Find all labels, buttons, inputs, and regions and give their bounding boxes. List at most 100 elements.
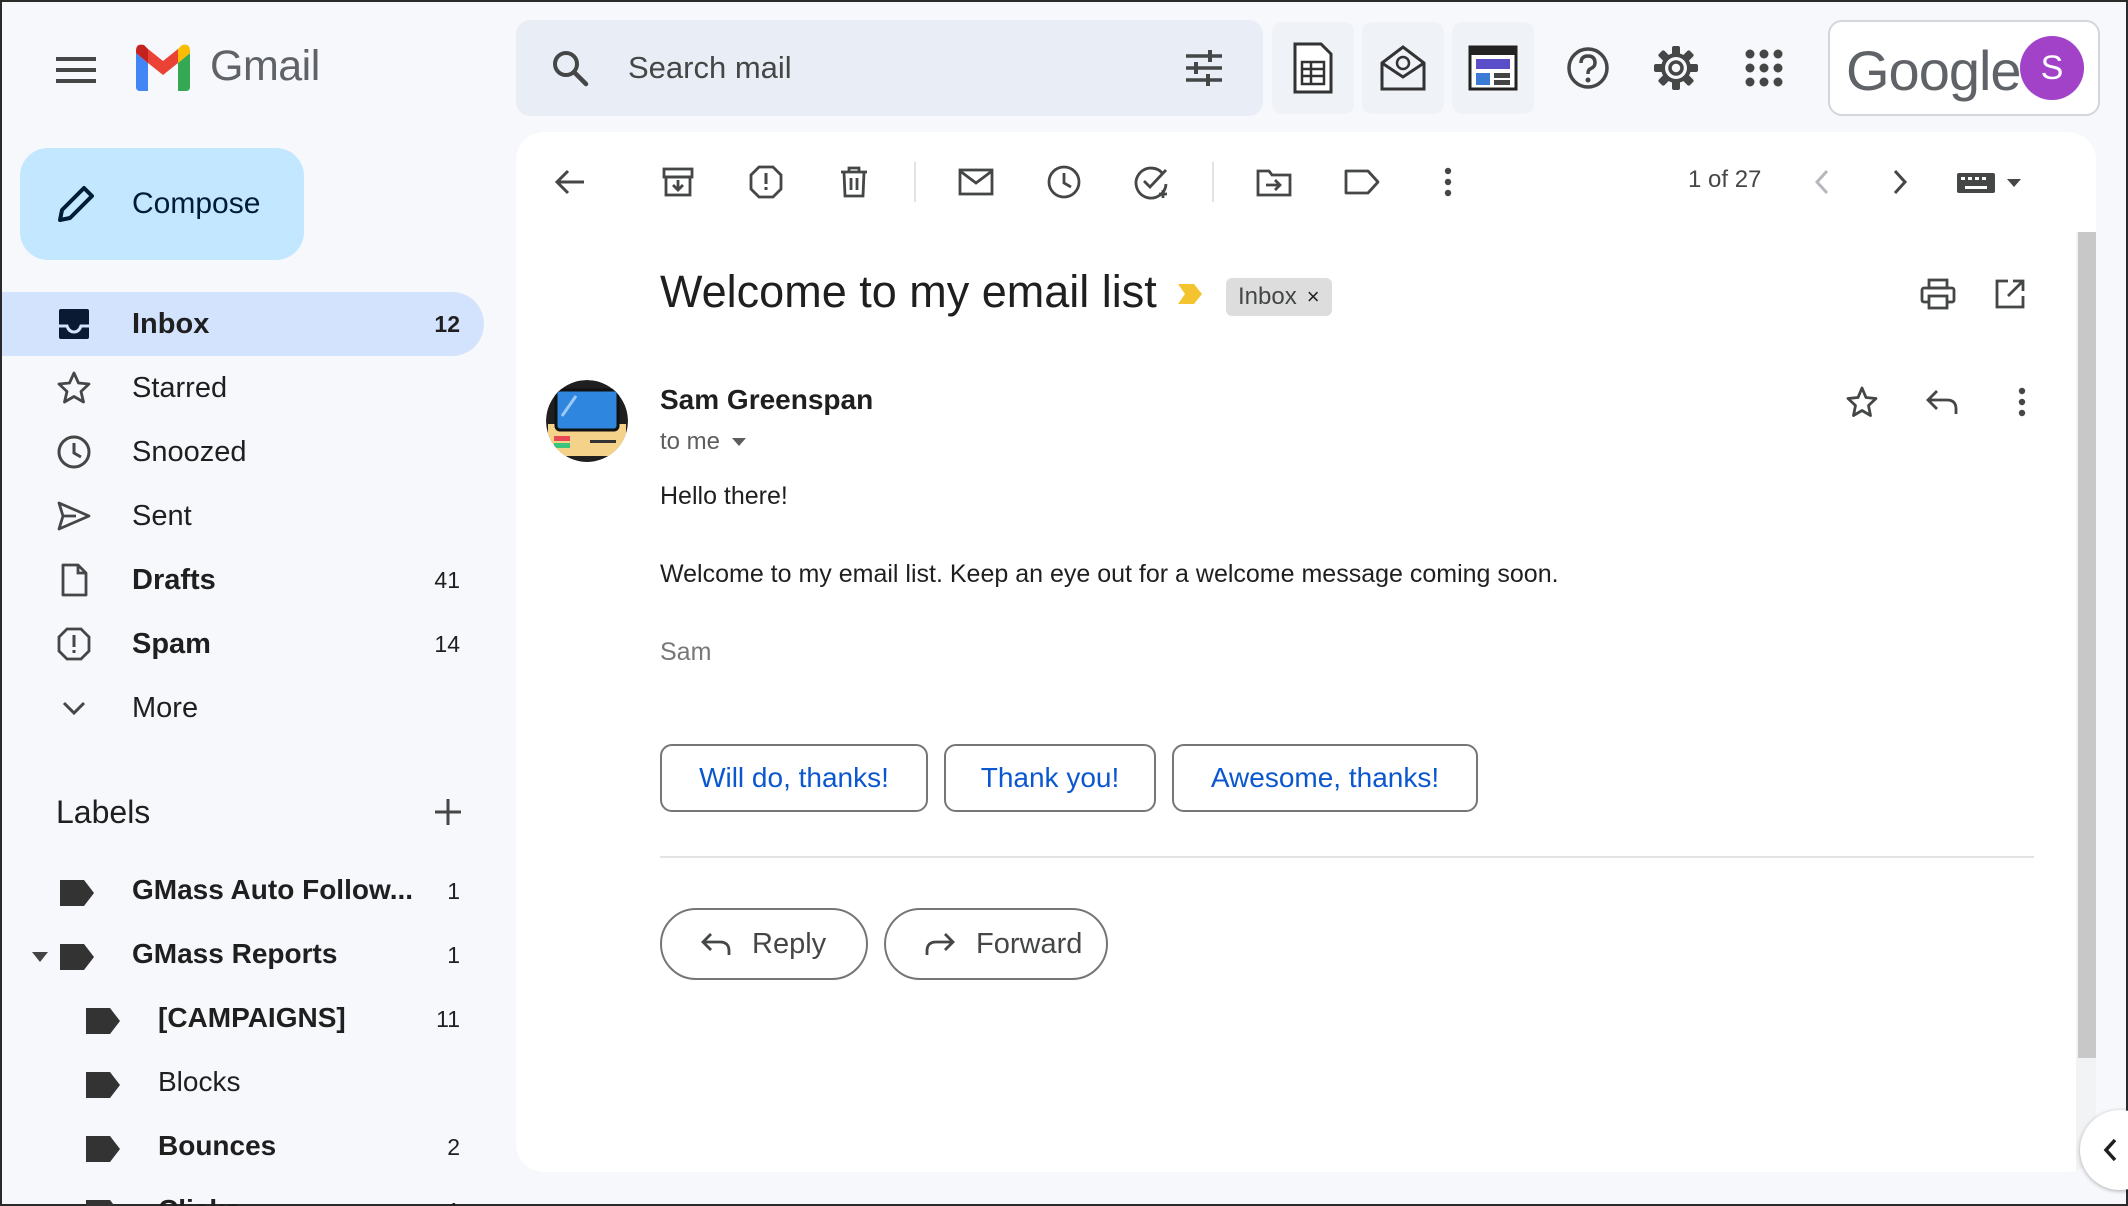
google-account-button[interactable]: Google S — [1828, 20, 2100, 116]
sidebar-nav: Inbox 12 Starred Snoozed Sent Drafts 41 — [2, 292, 484, 740]
send-icon — [57, 501, 91, 531]
search-options-button[interactable] — [1180, 44, 1228, 92]
sidebar-item-label: More — [132, 691, 199, 724]
scrollbar-thumb[interactable] — [2078, 232, 2096, 1058]
snooze-button[interactable] — [1038, 156, 1090, 208]
label-item[interactable]: Bounces 2 — [2, 1116, 484, 1180]
forward-pill-button[interactable]: Forward — [884, 908, 1108, 980]
account-avatar: S — [2020, 36, 2084, 100]
chevron-left-icon — [2103, 1138, 2117, 1162]
sidebar-item-label: Inbox — [132, 307, 210, 340]
label-icon — [86, 1200, 115, 1206]
draft-icon — [61, 563, 88, 597]
label-item[interactable]: GMass Reports 1 — [2, 924, 484, 988]
move-folder-icon — [1256, 169, 1292, 197]
move-to-button[interactable] — [1248, 156, 1300, 208]
message-more-button[interactable] — [1996, 376, 2048, 428]
search-bar — [516, 20, 1263, 116]
smart-reply-button[interactable]: Thank you! — [944, 744, 1156, 812]
label-name: GMass Reports — [132, 938, 338, 969]
star-icon — [1846, 386, 1878, 417]
smart-reply-button[interactable]: Will do, thanks! — [660, 744, 928, 812]
label-name: Blocks — [158, 1066, 241, 1097]
open-new-window-button[interactable] — [1984, 268, 2036, 320]
chevron-left-icon — [1814, 169, 1829, 195]
settings-button[interactable] — [1646, 38, 1706, 98]
more-vert-icon — [2018, 387, 2026, 417]
pencil-icon — [58, 186, 94, 222]
message-divider — [660, 856, 2034, 858]
search-button[interactable] — [546, 44, 594, 92]
plus-icon — [435, 799, 461, 825]
gmail-logo[interactable]: Gmail — [132, 42, 320, 91]
create-label-button[interactable] — [428, 792, 468, 832]
sidebar-item-label: Drafts — [132, 563, 216, 596]
label-item[interactable]: Clicks 1 — [2, 1180, 484, 1206]
sidebar-item-inbox[interactable]: Inbox 12 — [2, 292, 484, 356]
archive-button[interactable] — [652, 156, 704, 208]
reply-icon — [701, 933, 731, 955]
reply-pill-button[interactable]: Reply — [660, 908, 868, 980]
spam-count: 14 — [434, 630, 460, 657]
support-button[interactable] — [1558, 38, 1618, 98]
compose-button[interactable]: Compose — [20, 148, 304, 260]
sidebar-item-starred[interactable]: Starred — [2, 356, 484, 420]
labels-button[interactable] — [1336, 156, 1388, 208]
addon-layout-button[interactable] — [1452, 22, 1534, 114]
label-item[interactable]: GMass Auto Follow... 1 — [2, 860, 484, 924]
input-tools-button[interactable] — [1952, 156, 2034, 208]
star-icon — [57, 371, 91, 404]
gmail-m-icon — [136, 44, 190, 91]
reply-button[interactable] — [1916, 376, 1968, 428]
label-icon — [60, 880, 94, 906]
delete-button[interactable] — [828, 156, 880, 208]
message-scrollbar[interactable] — [2076, 232, 2096, 1172]
apps-button[interactable] — [1734, 38, 1794, 98]
apps-grid-icon — [1745, 49, 1783, 87]
forward-label: Forward — [976, 927, 1083, 960]
message-body: Welcome to my email list. Keep an eye ou… — [660, 560, 1559, 588]
important-marker-icon[interactable] — [1176, 282, 1204, 306]
main-menu-button[interactable] — [46, 40, 106, 100]
search-icon — [553, 51, 589, 87]
add-task-button[interactable] — [1126, 156, 1178, 208]
arrow-back-icon — [554, 169, 584, 195]
message-greeting: Hello there! — [660, 482, 788, 510]
older-button[interactable] — [1874, 156, 1926, 208]
expand-caret-icon[interactable] — [32, 952, 48, 962]
sidebar-item-drafts[interactable]: Drafts 41 — [2, 548, 484, 612]
label-item[interactable]: Blocks — [2, 1052, 484, 1116]
report-spam-button[interactable] — [740, 156, 792, 208]
unread-count: 12 — [434, 310, 460, 337]
mark-unread-button[interactable] — [950, 156, 1002, 208]
label-item[interactable]: [CAMPAIGNS] 11 — [2, 988, 484, 1052]
back-button[interactable] — [544, 156, 596, 208]
addon-sheets-button[interactable] — [1272, 22, 1354, 114]
compose-label: Compose — [132, 187, 261, 220]
sidebar-item-more[interactable]: More — [2, 676, 484, 740]
search-input[interactable] — [628, 42, 1148, 94]
toolbar-divider — [1212, 162, 1214, 202]
gmail-wordmark: Gmail — [210, 42, 320, 90]
addon-mail-button[interactable] — [1362, 22, 1444, 114]
sidebar-item-sent[interactable]: Sent — [2, 484, 484, 548]
print-button[interactable] — [1912, 268, 1964, 320]
sidebar-item-label: Starred — [132, 371, 228, 404]
spreadsheet-icon — [1293, 42, 1333, 94]
recipient-details-toggle[interactable]: to me — [660, 428, 747, 456]
sidebar-item-snoozed[interactable]: Snoozed — [2, 420, 484, 484]
hamburger-menu-icon — [56, 57, 96, 83]
chevron-right-icon — [1893, 169, 1908, 195]
more-options-button[interactable] — [1422, 156, 1474, 208]
remove-label-button[interactable]: × — [1307, 284, 1320, 310]
sidebar-item-spam[interactable]: Spam 14 — [2, 612, 484, 676]
star-message-button[interactable] — [1836, 376, 1888, 428]
toolbar-divider — [914, 162, 916, 202]
tune-icon — [1186, 50, 1222, 86]
newer-button[interactable] — [1796, 156, 1848, 208]
smart-reply-button[interactable]: Awesome, thanks! — [1172, 744, 1478, 812]
label-icon — [86, 1136, 120, 1162]
layout-window-icon — [1468, 45, 1518, 91]
labels-heading: Labels — [56, 794, 151, 830]
sender-avatar[interactable] — [546, 380, 628, 462]
